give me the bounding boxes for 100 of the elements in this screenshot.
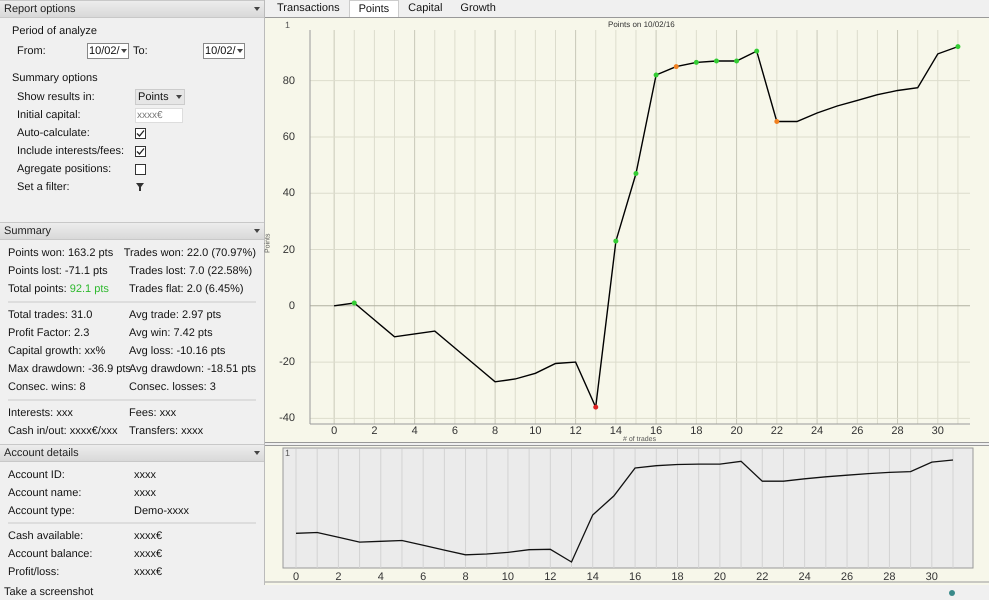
status-dot-icon [949, 590, 955, 596]
checkbox[interactable] [135, 128, 146, 138]
summary-stat: Consec. losses: 3 [129, 380, 216, 395]
x-tick-label: 16 [650, 425, 664, 437]
option-label: Show results in: [17, 90, 96, 105]
account-label: Account balance: [8, 546, 94, 562]
x-tick-label: 24 [798, 570, 812, 585]
caret-icon [254, 451, 260, 455]
summary-stat: Trades won: 22.0 (70.97%) [124, 246, 256, 261]
option-label: Set a filter: [17, 180, 71, 195]
account-label: Account name: [8, 486, 82, 501]
x-tick-label: 6 [450, 425, 459, 437]
results-select[interactable]: Points [135, 89, 185, 105]
account-value: xxxx [134, 468, 156, 483]
x-tick-label: 12 [568, 425, 583, 437]
chart-tab[interactable]: Growth [451, 0, 505, 17]
y-tick-label: 0 [288, 300, 295, 312]
summary-stat: Trades flat: 2.0 (6.45%) [129, 282, 244, 297]
x-tick-label: 28 [882, 570, 897, 585]
chart-tab[interactable]: Transactions [268, 0, 349, 17]
x-tick-label: 22 [755, 570, 770, 585]
x-tick-label: 0 [330, 425, 338, 437]
caret-icon [120, 49, 127, 53]
account-value: xxxx€ [134, 564, 162, 580]
caret-icon [254, 7, 260, 11]
summary-stat: Interests: xxx [8, 406, 74, 421]
x-tick-label: 30 [924, 570, 939, 585]
checkbox[interactable] [135, 164, 146, 174]
caret-icon [254, 229, 260, 233]
x-tick-label: 14 [586, 570, 600, 585]
chart-tab[interactable]: Points [348, 0, 400, 17]
section-header[interactable]: Report options [0, 0, 264, 18]
x-tick-label: 8 [491, 425, 500, 437]
x-tick-label: 4 [376, 570, 385, 585]
from-label: From: [17, 44, 47, 59]
caret-icon [236, 49, 243, 53]
summary-stat: Trades lost: 7.0 (22.58%) [129, 264, 252, 279]
x-tick-label: 24 [810, 425, 824, 437]
x-tick-label: 8 [461, 570, 470, 585]
chart-tab[interactable]: Capital [399, 0, 452, 17]
x-tick-label: 30 [930, 425, 945, 437]
option-label: Auto-calculate: [17, 126, 91, 141]
account-label: Cash available: [8, 528, 84, 544]
x-tick-label: 10 [500, 570, 516, 585]
account-value: Demo-xxxx [134, 504, 190, 519]
summary-stat: Total points: 92.1 pts [8, 282, 110, 297]
option-label: Initial capital: [17, 108, 82, 123]
summary-stat: Cash in/out: xxxx€/xxx [8, 424, 118, 439]
account-value: xxxx€ [134, 546, 162, 562]
x-tick-label: 18 [689, 425, 704, 437]
summary-stat: Points won: 163.2 pts [8, 246, 114, 261]
x-tick-label: 22 [770, 425, 784, 437]
section-header[interactable]: Account details [0, 444, 264, 462]
x-tick-label: 0 [292, 570, 300, 585]
x-tick-label: 16 [628, 570, 642, 585]
x-tick-label: 2 [370, 425, 378, 437]
summary-stat: Max drawdown: -36.9 pts [8, 362, 129, 377]
summary-stat: Avg drawdown: -18.51 pts [129, 362, 256, 377]
y-tick-label: -40 [278, 412, 295, 424]
account-value: xxxx [134, 486, 156, 501]
x-tick-label: 10 [528, 425, 542, 437]
period-heading: Period of analyze [12, 24, 98, 39]
y-tick-label: 80 [282, 74, 295, 87]
capital-input-field[interactable]: xxxx€ [135, 108, 183, 122]
summary-stat: Avg loss: -10.16 pts [129, 344, 226, 359]
checkbox[interactable] [135, 146, 146, 156]
y-tick-label: 60 [282, 130, 295, 143]
option-label: Agregate positions: [17, 162, 112, 177]
summary-stat: Avg trade: 2.97 pts [129, 308, 222, 323]
summary-stat: Fees: xxx [129, 406, 176, 421]
to-label: To: [133, 44, 149, 59]
chart-title: Points on 10/02/16 [608, 19, 675, 31]
x-tick-label: 20 [712, 570, 727, 585]
section-header[interactable]: Summary [0, 222, 264, 240]
x-tick-label: 20 [729, 425, 744, 437]
option-label: Include interests/fees: [17, 144, 126, 159]
corner-label: 1 [285, 19, 290, 32]
x-tick-label: 26 [850, 425, 864, 437]
summary-stat: Profit Factor: 2.3 [8, 326, 90, 341]
section-title: Account details [4, 446, 79, 461]
x-tick-label: 12 [543, 570, 558, 585]
section-title: Report options [4, 2, 76, 17]
x-tick-label: 6 [419, 570, 428, 585]
filter-icon[interactable] [136, 183, 144, 191]
account-label: Profit/loss: [8, 564, 60, 580]
x-tick-label: 18 [670, 570, 685, 585]
x-tick-label: 26 [840, 570, 854, 585]
to-date-field[interactable]: 10/02/ [203, 43, 245, 59]
account-label: Account ID: [8, 468, 66, 483]
from-date-field[interactable]: 10/02/ [87, 43, 129, 59]
summary-stat: Capital growth: xx% [8, 344, 106, 359]
y-tick-label: -20 [278, 356, 295, 368]
status-text: Take a screenshot [4, 585, 94, 600]
x-tick-label: 4 [410, 425, 419, 437]
account-label: Account type: [8, 504, 76, 519]
x-tick-label: 28 [890, 425, 905, 437]
summary-stat: Total trades: 31.0 [8, 308, 94, 323]
y-tick-label: 40 [282, 187, 295, 200]
summary-stat: Consec. wins: 8 [8, 380, 87, 395]
summary-options-heading: Summary options [12, 71, 99, 86]
